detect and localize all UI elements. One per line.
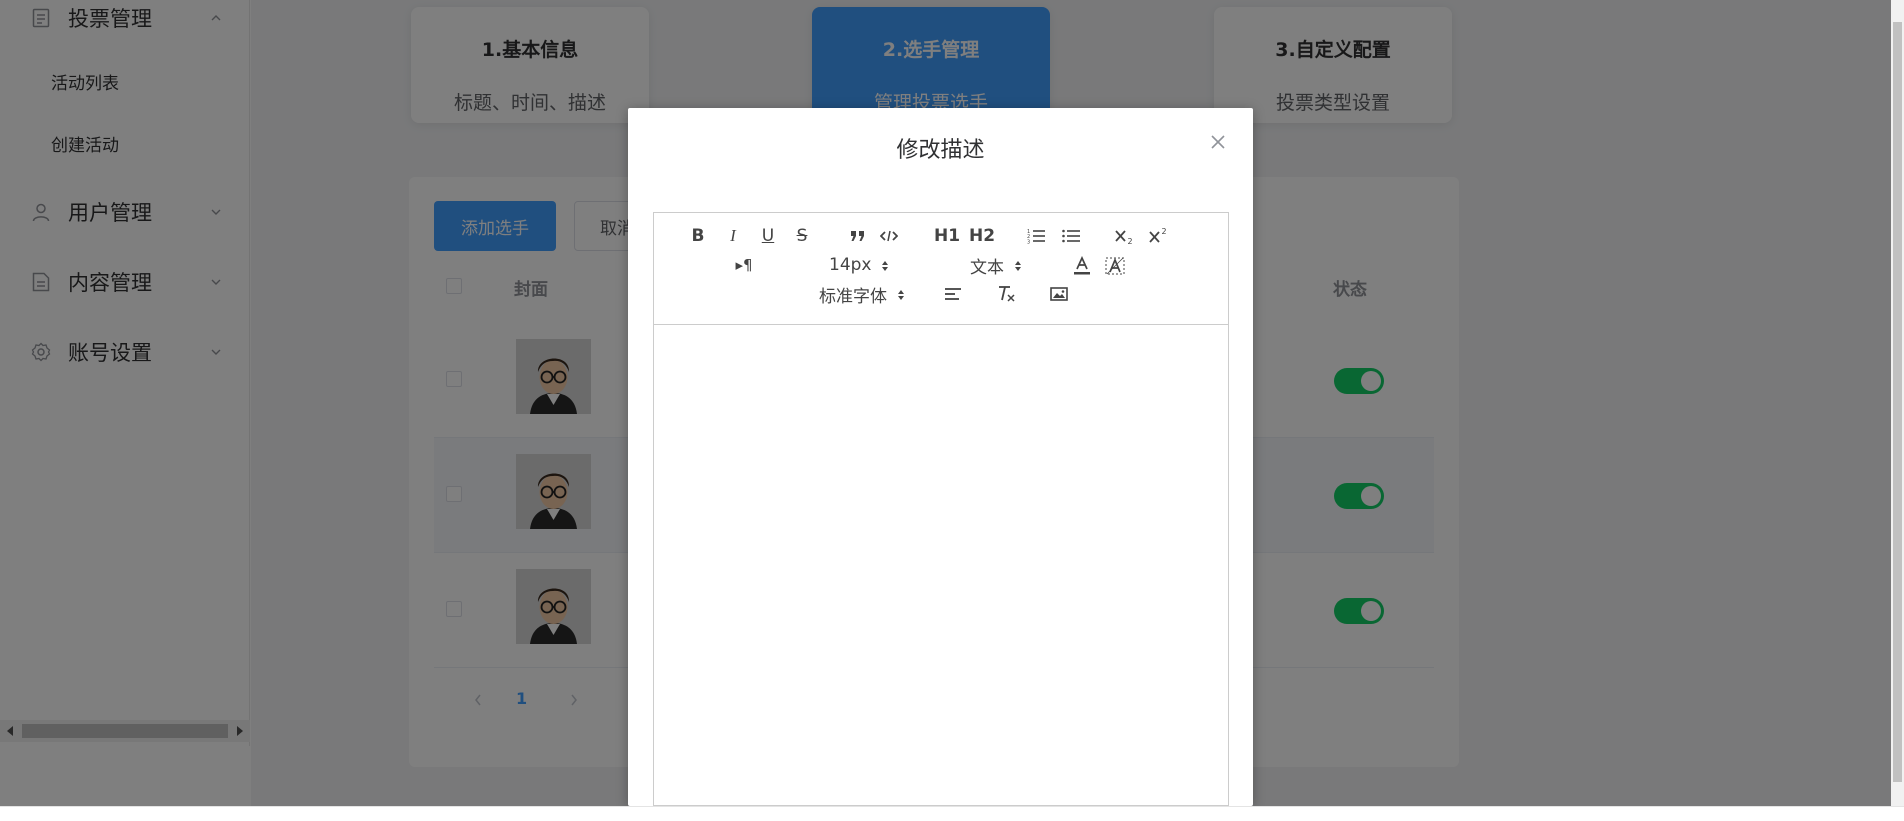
close-icon[interactable] [1209,133,1227,151]
header-select[interactable]: 文本 [970,255,1022,278]
font-color-icon[interactable] [1071,255,1093,277]
font-family-value: 标准字体 [819,286,887,307]
header-value: 文本 [970,257,1004,278]
select-caret-icon [897,287,905,301]
align-left-icon[interactable] [942,283,964,305]
clear-format-icon[interactable] [995,283,1017,305]
edit-description-dialog: 修改描述 B I U S H1 H2 123 2 2 ▸¶ 14px 文本 标准… [628,108,1253,806]
subscript-icon[interactable]: 2 [1114,225,1136,247]
ordered-list-icon[interactable]: 123 [1025,225,1047,247]
text-direction-button[interactable]: ▸¶ [732,255,756,275]
strikethrough-button[interactable]: S [792,225,812,247]
svg-text:2: 2 [1162,227,1167,236]
page-vertical-scrollbar[interactable] [1891,0,1904,806]
underline-button[interactable]: U [758,225,778,247]
select-caret-icon [881,258,889,272]
font-family-select[interactable]: 标准字体 [819,284,905,307]
scrollbar-thumb[interactable] [1893,22,1902,782]
image-icon[interactable] [1048,283,1070,305]
bottom-bar [0,806,1904,821]
code-block-icon[interactable] [878,225,900,247]
rich-text-editor: B I U S H1 H2 123 2 2 ▸¶ 14px 文本 标准字体 [653,212,1229,806]
background-color-icon[interactable] [1104,255,1126,277]
dialog-title: 修改描述 [896,138,985,163]
editor-toolbar: B I U S H1 H2 123 2 2 ▸¶ 14px 文本 标准字体 [654,213,1228,325]
superscript-icon[interactable]: 2 [1148,225,1170,247]
app: 投票管理 活动列表 创建活动 用户管理 内容管理 [0,0,1904,821]
svg-text:2: 2 [1128,237,1133,245]
header-2-button[interactable]: H2 [969,225,995,247]
bullet-list-icon[interactable] [1060,225,1082,247]
font-size-select[interactable]: 14px [829,255,889,275]
italic-button[interactable]: I [723,225,743,247]
select-caret-icon [1014,258,1022,272]
bold-button[interactable]: B [688,225,708,247]
blockquote-icon[interactable] [847,225,869,247]
font-size-value: 14px [829,255,872,275]
svg-text:3: 3 [1027,240,1030,245]
header-1-button[interactable]: H1 [934,225,960,247]
editor-content-area[interactable] [654,326,1228,805]
